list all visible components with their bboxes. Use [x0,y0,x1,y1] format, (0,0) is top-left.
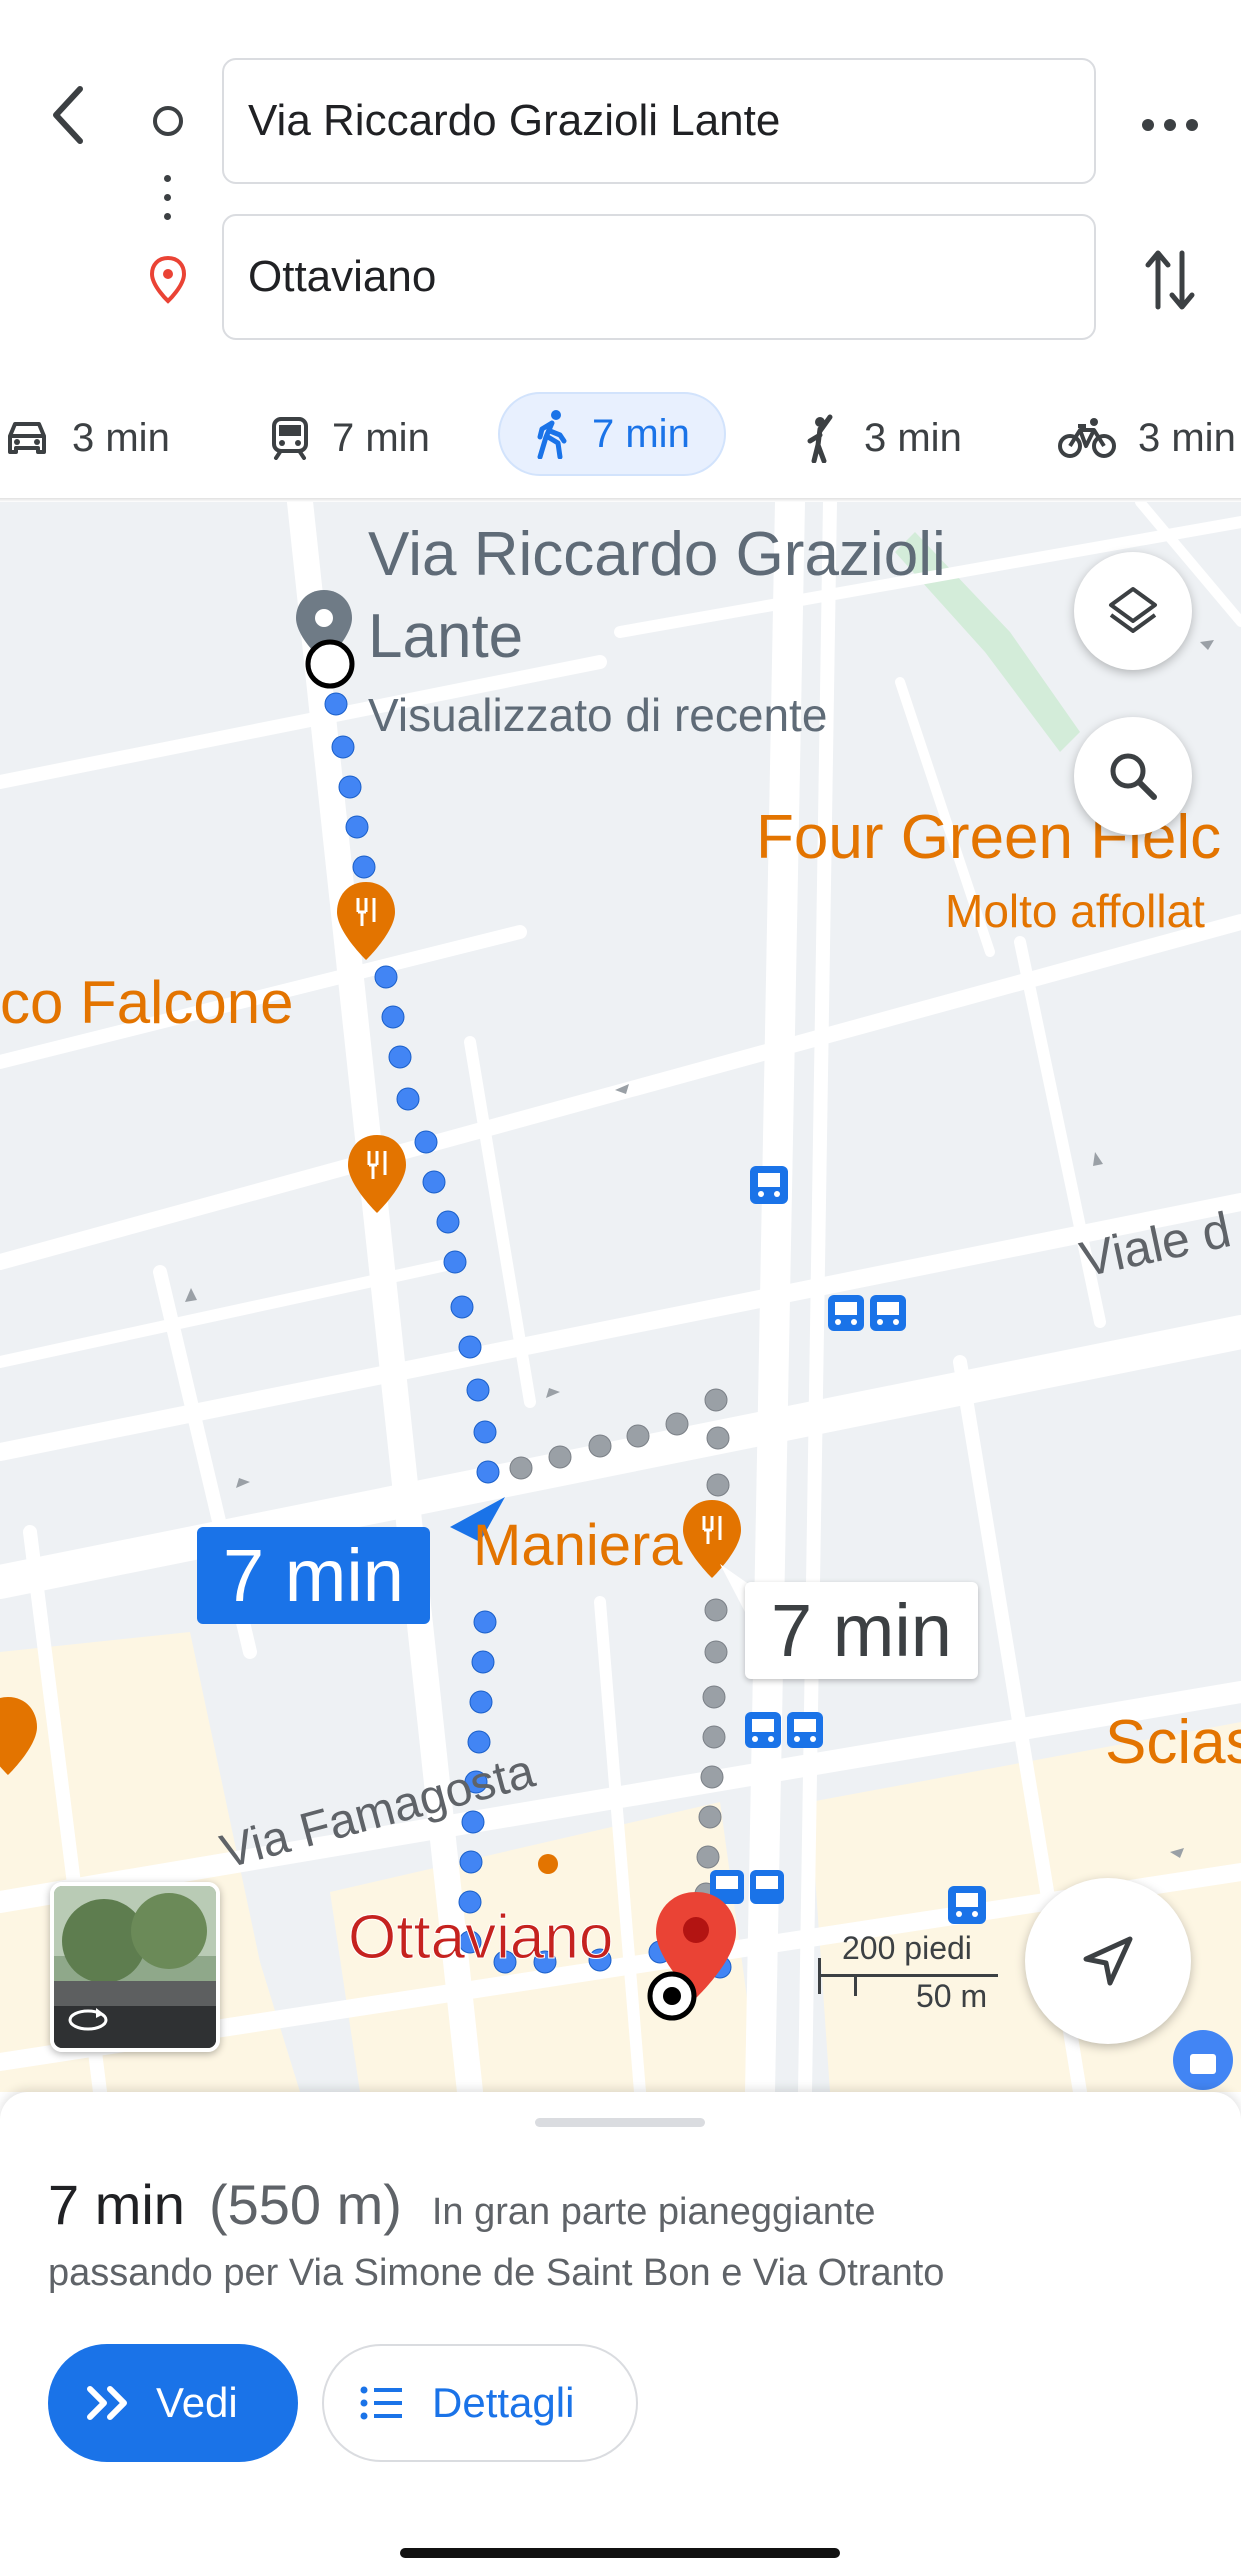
mode-tab-bike[interactable]: 3 min [1058,396,1236,480]
swap-button[interactable] [1140,240,1200,320]
route-via-description: passando per Via Simone de Saint Bon e V… [48,2252,945,2294]
mode-tab-car[interactable]: 3 min [4,396,170,480]
layers-button[interactable] [1074,552,1192,670]
search-along-route-button[interactable] [1074,717,1192,835]
origin-map-title: Via Riccardo Grazioli Lante [368,514,946,678]
sheet-drag-handle[interactable] [535,2118,705,2127]
home-indicator[interactable] [400,2548,840,2558]
poi-falcone[interactable]: co Falcone [0,968,294,1037]
route-duration: 7 min [48,2173,185,2236]
transit-icon [272,417,308,460]
origin-field[interactable]: Via Riccardo Grazioli Lante [222,58,1096,184]
origin-map-title-line1: Via Riccardo Grazioli [368,520,946,589]
ride-hail-icon [807,414,833,463]
street-view-thumbnail[interactable] [50,1882,220,2052]
mode-transit-label: 7 min [332,415,430,460]
route-summary-sheet[interactable]: 7 min (550 m) In gran parte pianeggiante… [0,2092,1241,2565]
destination-field[interactable]: Ottaviano [222,214,1096,340]
route-summary-line: 7 min (550 m) In gran parte pianeggiante [48,2172,876,2237]
map-scale: 200 piedi 50 m [818,1930,1008,2014]
back-button[interactable] [38,80,98,150]
origin-circle-icon [153,106,183,136]
list-icon [360,2386,402,2420]
my-location-button[interactable] [1025,1878,1191,2044]
route-distance: (550 m) [208,2173,402,2236]
origin-map-subtitle: Visualizzato di recente [368,689,828,741]
walk-icon [537,410,567,459]
destination-pin-icon [148,255,188,310]
car-icon [8,422,46,454]
mode-tab-ride-hail[interactable]: 3 min [800,396,962,480]
poi-four-green-busy: Molto affollat [945,885,1205,937]
scale-metric-label: 50 m [916,1978,988,2014]
search-icon [1110,753,1157,800]
layers-icon [1109,587,1157,633]
mode-ride-hail-label: 3 min [864,415,962,460]
details-button-label: Dettagli [432,2379,575,2426]
route-time-callout-alt[interactable]: 7 min [745,1582,978,1679]
swap-vertical-icon [1145,250,1195,310]
origin-map-title-line2: Lante [368,602,524,671]
destination-map-label[interactable]: Ottaviano [347,1902,613,1973]
destination-field-value: Ottaviano [248,252,437,301]
mode-car-label: 3 min [72,415,170,460]
preview-button-label: Vedi [156,2379,238,2426]
more-horizontal-icon [1142,119,1198,131]
mode-tab-transit[interactable]: 7 min [270,396,430,480]
mode-walk-label: 7 min [592,411,690,456]
origin-map-circle-icon [305,639,355,689]
map-view[interactable]: Via Riccardo Grazioli Lante Visualizzato… [0,502,1241,2092]
connector-dots-icon [164,175,172,232]
poi-dolce-maniera[interactable]: Maniera [473,1512,683,1579]
navigation-arrow-icon [1083,1936,1133,1986]
more-options-button[interactable] [1130,95,1210,155]
rotate-360-icon [68,2008,108,2031]
route-terrain: In gran parte pianeggiante [431,2191,876,2233]
travel-mode-tabs: 3 min 7 min 7 min 3 min 3 min [0,390,1241,490]
back-arrow-icon [53,86,83,144]
poi-scias[interactable]: Scias [1105,1707,1241,1778]
mode-tab-walk[interactable]: 7 min [498,392,726,476]
details-button[interactable]: Dettagli [322,2344,638,2462]
double-chevron-right-icon [87,2386,127,2420]
mode-bike-label: 3 min [1138,415,1236,460]
scale-imperial-label: 200 piedi [842,1930,972,1966]
directions-header: Via Riccardo Grazioli Lante Ottaviano 3 … [0,0,1241,500]
bike-icon [1058,418,1116,458]
origin-field-value: Via Riccardo Grazioli Lante [248,96,781,145]
preview-button[interactable]: Vedi [48,2344,298,2462]
route-time-callout-primary[interactable]: 7 min [197,1527,430,1624]
